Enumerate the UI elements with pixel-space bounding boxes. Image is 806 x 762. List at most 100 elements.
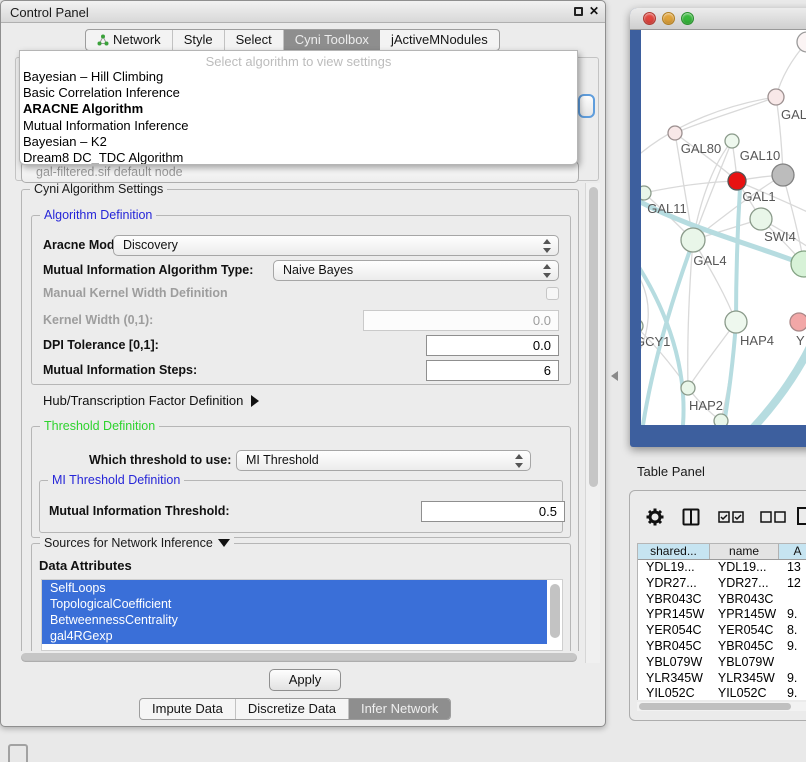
table-panel: shared... name A YDL19... YDL19... 13 YD…: [629, 490, 806, 721]
column-header-name[interactable]: name: [710, 544, 779, 559]
column-header-partial[interactable]: A: [779, 544, 806, 559]
network-node[interactable]: [772, 164, 794, 186]
cell-name: YDL19...: [710, 560, 779, 576]
network-node[interactable]: [668, 126, 682, 140]
tab-jactivemnodules[interactable]: jActiveMNodules: [380, 30, 499, 50]
table-row[interactable]: YBR043C YBR043C: [638, 592, 806, 608]
network-node-label: HAP4: [740, 333, 774, 348]
mi-threshold-label: Mutual Information Threshold:: [49, 501, 230, 522]
network-node[interactable]: [681, 381, 695, 395]
algorithm-combobox-spinner[interactable]: [578, 94, 595, 118]
scrollbar-thumb[interactable]: [21, 653, 577, 662]
attribute-list-scrollbar[interactable]: [550, 584, 560, 638]
restore-window-icon[interactable]: [574, 7, 583, 16]
table-toolbar: [630, 491, 806, 535]
tab-impute-data[interactable]: Impute Data: [140, 699, 236, 719]
tab-select[interactable]: Select: [225, 30, 284, 50]
threshold-definition-title: Threshold Definition: [40, 419, 159, 433]
close-window-icon[interactable]: ✕: [589, 4, 599, 18]
table-row[interactable]: YDR27... YDR27... 12: [638, 576, 806, 592]
network-node[interactable]: [714, 414, 728, 425]
network-node[interactable]: [725, 134, 739, 148]
new-table-icon[interactable]: [796, 506, 806, 526]
network-node[interactable]: [790, 313, 806, 331]
close-traffic-light-icon[interactable]: [643, 12, 656, 25]
dpi-tolerance-field[interactable]: 0.0: [426, 335, 559, 356]
manual-kernel-width-label: Manual Kernel Width Definition: [43, 283, 228, 304]
attribute-item[interactable]: gal4RGexp: [42, 628, 547, 644]
tab-cyni-toolbox[interactable]: Cyni Toolbox: [284, 30, 380, 50]
tab-network[interactable]: Network: [86, 30, 173, 50]
dropdown-item[interactable]: Mutual Information Inference: [20, 118, 577, 134]
aracne-mode-combobox[interactable]: Discovery: [113, 235, 559, 256]
network-node-label: GAL80: [681, 141, 721, 156]
cell-shared-name: YIL052C: [638, 686, 710, 700]
sources-group-title[interactable]: Sources for Network Inference: [40, 536, 234, 550]
cell-shared-name: YBR043C: [638, 592, 710, 608]
network-node[interactable]: [681, 228, 705, 252]
collapsed-panel-icon[interactable]: [8, 744, 28, 762]
mi-algorithm-type-combobox[interactable]: Naive Bayes: [273, 260, 559, 281]
network-edge[interactable]: [736, 188, 740, 322]
tab-style[interactable]: Style: [173, 30, 225, 50]
network-node[interactable]: [791, 251, 806, 277]
dropdown-item[interactable]: Basic Correlation Inference: [20, 85, 577, 101]
split-columns-icon[interactable]: [682, 508, 700, 526]
algorithm-dropdown-popup: Select algorithm to view settings Bayesi…: [19, 50, 578, 165]
dropdown-item[interactable]: ARACNE Algorithm: [20, 101, 577, 117]
mi-threshold-field[interactable]: 0.5: [421, 501, 565, 522]
network-edge[interactable]: [644, 181, 737, 193]
network-edge[interactable]: [675, 97, 776, 133]
network-edge[interactable]: [724, 322, 736, 425]
mi-steps-field[interactable]: 6: [426, 360, 559, 381]
tab-discretize-data[interactable]: Discretize Data: [236, 699, 349, 719]
select-all-checkboxes-icon[interactable]: [718, 511, 744, 523]
network-node[interactable]: [750, 208, 772, 230]
network-node[interactable]: [641, 319, 643, 333]
manual-kernel-width-checkbox[interactable]: [546, 287, 559, 300]
settings-vertical-scrollbar[interactable]: [585, 183, 600, 663]
scrollbar-thumb[interactable]: [589, 187, 598, 487]
table-horizontal-scrollbar[interactable]: [637, 702, 806, 711]
network-node[interactable]: [797, 32, 806, 52]
gear-icon[interactable]: [646, 508, 664, 526]
network-node-label: GAL11: [647, 201, 687, 216]
attribute-item[interactable]: TopologicalCoefficient: [42, 596, 547, 612]
attribute-item[interactable]: BetweennessCentrality: [42, 612, 547, 628]
column-header-shared-name[interactable]: shared...: [638, 544, 710, 559]
network-icon: [97, 34, 109, 46]
network-canvas[interactable]: GAL80GAL10GAL7GAL1GAL11GAL4SWI4GCY1HAP4Y…: [641, 30, 806, 425]
minimize-traffic-light-icon[interactable]: [662, 12, 675, 25]
scrollbar-thumb[interactable]: [639, 703, 791, 710]
table-row[interactable]: YER054C YER054C 8.: [638, 623, 806, 639]
network-node-label: Y: [796, 333, 805, 348]
settings-horizontal-scrollbar[interactable]: [15, 651, 585, 663]
table-row[interactable]: YPR145W YPR145W 9.: [638, 607, 806, 623]
network-node[interactable]: [768, 89, 784, 105]
table-row[interactable]: YBR045C YBR045C 9.: [638, 639, 806, 655]
cell-partial: 8.: [779, 623, 806, 639]
table-header-row: shared... name A: [638, 544, 806, 560]
network-node[interactable]: [641, 186, 651, 200]
network-node[interactable]: [725, 311, 747, 333]
table-row[interactable]: YLR345W YLR345W 9.: [638, 671, 806, 687]
table-row[interactable]: YDL19... YDL19... 13: [638, 560, 806, 576]
kernel-width-field[interactable]: 0.0: [363, 310, 559, 331]
network-edge[interactable]: [783, 175, 804, 264]
apply-button[interactable]: Apply: [269, 669, 341, 691]
dropdown-item[interactable]: Bayesian – K2: [20, 134, 577, 150]
hub-section-toggle[interactable]: Hub/Transcription Factor Definition: [43, 390, 259, 411]
dropdown-item[interactable]: Dream8 DC_TDC Algorithm: [20, 150, 577, 164]
table-row[interactable]: YBL079W YBL079W: [638, 655, 806, 671]
tab-infer-network[interactable]: Infer Network: [349, 699, 450, 719]
panel-splitter-arrow-icon[interactable]: [611, 371, 618, 381]
network-node[interactable]: [728, 172, 746, 190]
which-threshold-combobox[interactable]: MI Threshold: [236, 450, 531, 471]
zoom-traffic-light-icon[interactable]: [681, 12, 694, 25]
node-table: shared... name A YDL19... YDL19... 13 YD…: [637, 543, 806, 700]
dropdown-item[interactable]: Bayesian – Hill Climbing: [20, 69, 577, 85]
network-edge[interactable]: [688, 240, 693, 388]
table-row[interactable]: YIL052C YIL052C 9.: [638, 686, 806, 700]
deselect-all-checkboxes-icon[interactable]: [760, 511, 786, 523]
attribute-item[interactable]: SelfLoops: [42, 580, 547, 596]
